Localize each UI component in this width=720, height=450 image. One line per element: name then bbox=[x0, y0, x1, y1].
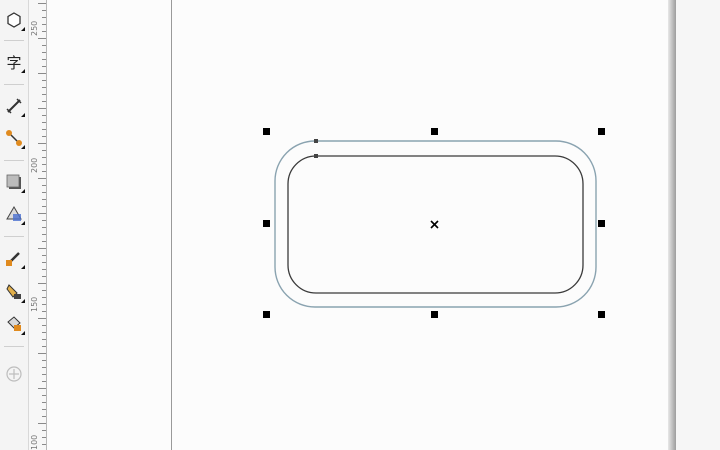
selection-handle-top-left[interactable] bbox=[263, 128, 270, 135]
selection-handle-bottom[interactable] bbox=[431, 311, 438, 318]
center-marker[interactable] bbox=[430, 220, 439, 229]
selection-handle-top-right[interactable] bbox=[598, 128, 605, 135]
node-point[interactable] bbox=[314, 154, 318, 158]
selection-handle-right[interactable] bbox=[598, 220, 605, 227]
node-point[interactable] bbox=[314, 139, 318, 143]
selection-handle-left[interactable] bbox=[263, 220, 270, 227]
selection-handle-bottom-right[interactable] bbox=[598, 311, 605, 318]
selection-handle-top[interactable] bbox=[431, 128, 438, 135]
selection-handle-bottom-left[interactable] bbox=[263, 311, 270, 318]
selected-object[interactable] bbox=[0, 0, 720, 450]
